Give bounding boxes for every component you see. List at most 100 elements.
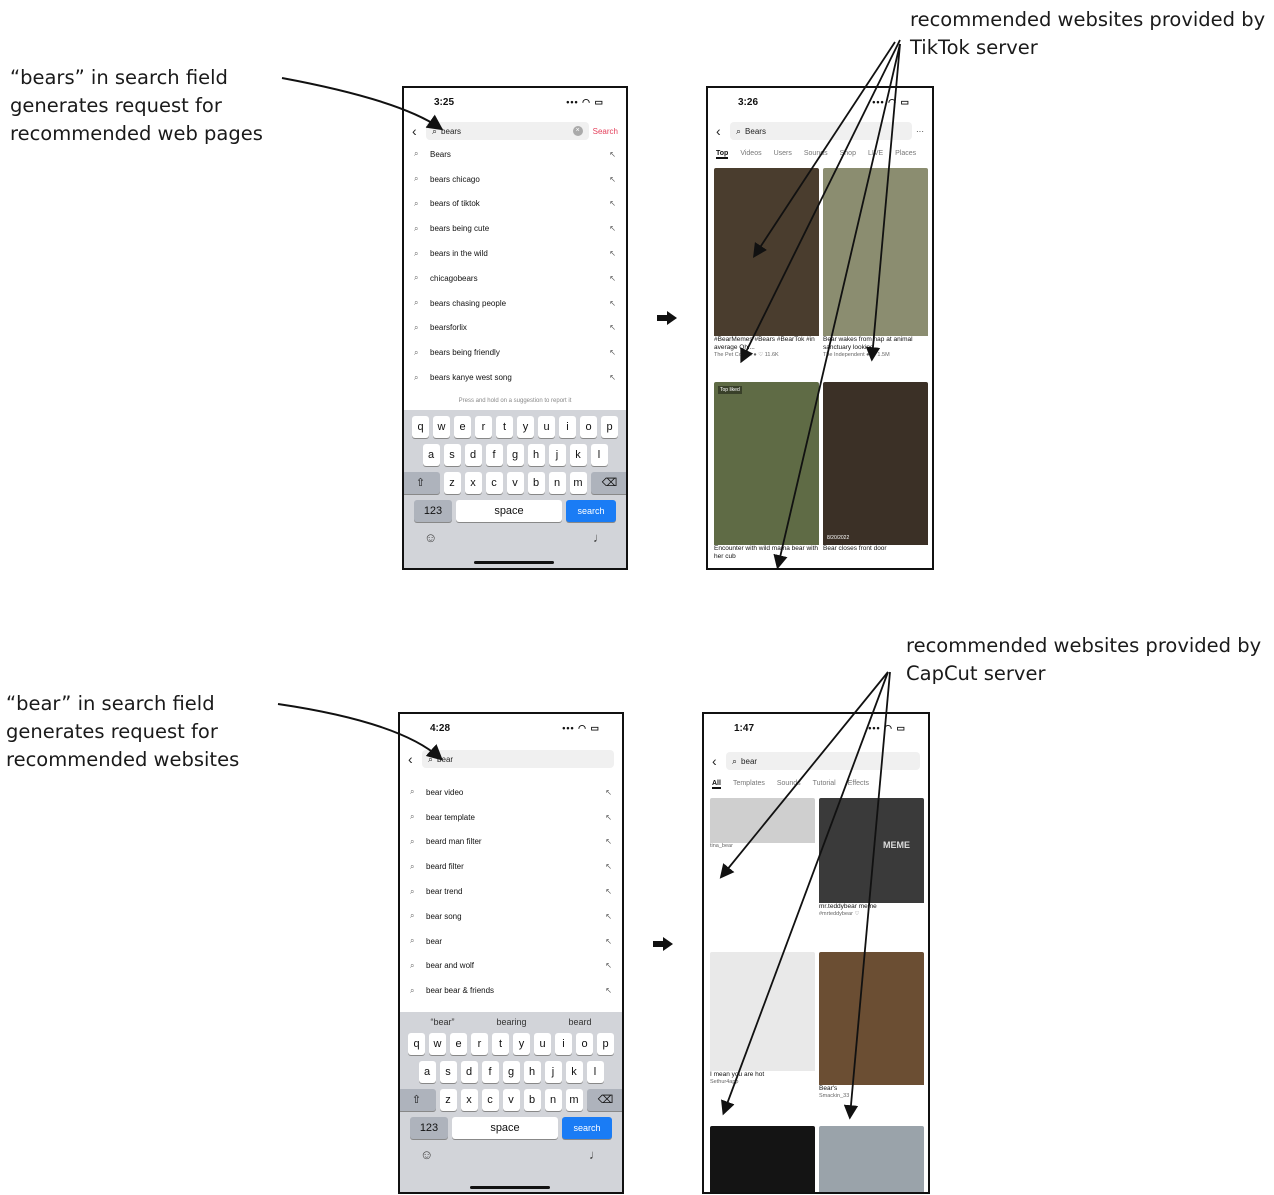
key-q[interactable]: q [412,416,429,438]
tab-users[interactable]: Users [774,150,792,159]
key-v[interactable]: v [506,472,524,494]
key-z[interactable]: z [443,472,461,494]
search-input[interactable]: ⌕ bear [726,752,920,770]
key-a[interactable]: a [418,1061,436,1083]
fill-arrow-icon[interactable]: ↖ [602,887,612,896]
search-input[interactable]: ⌕ bears [426,122,589,140]
key-n[interactable]: n [544,1089,562,1111]
key-u[interactable]: u [538,416,555,438]
suggestion-item[interactable]: ⌕ Bears ↖ [414,142,616,167]
emoji-icon[interactable]: ☺ [420,1147,433,1162]
key-j[interactable]: j [548,444,566,466]
shift-key[interactable]: ⇧ [400,1089,436,1111]
fill-arrow-icon[interactable]: ↖ [602,937,612,946]
key-x[interactable]: x [460,1089,478,1111]
key-v[interactable]: v [502,1089,520,1111]
suggestion-item[interactable]: ⌕ bears being friendly ↖ [414,340,616,365]
result-card[interactable]: 8/20/2022 Bear closes front door [823,382,928,568]
key-q[interactable]: q [408,1033,425,1055]
fill-arrow-icon[interactable]: ↖ [606,150,616,159]
fill-arrow-icon[interactable]: ↖ [602,862,612,871]
key-r[interactable]: r [475,416,492,438]
delete-key[interactable]: ⌫ [590,472,626,494]
search-key[interactable]: search [562,1117,612,1139]
suggestion-item[interactable]: ⌕ beard man filter ↖ [410,830,612,855]
key-a[interactable]: a [422,444,440,466]
key-t[interactable]: t [496,416,513,438]
fill-arrow-icon[interactable]: ↖ [602,961,612,970]
back-icon[interactable]: ‹ [716,124,730,138]
prediction-item[interactable]: bearing [496,1017,526,1027]
tab-videos[interactable]: Videos [740,150,761,159]
key-e[interactable]: e [454,416,471,438]
fill-arrow-icon[interactable]: ↖ [606,224,616,233]
key-g[interactable]: g [502,1061,520,1083]
key-h[interactable]: h [523,1061,541,1083]
key-d[interactable]: d [464,444,482,466]
tab-places[interactable]: Places [895,150,916,159]
key-x[interactable]: x [464,472,482,494]
fill-arrow-icon[interactable]: ↖ [606,274,616,283]
tab-shop[interactable]: Shop [840,150,856,159]
more-icon[interactable]: ··· [916,127,924,136]
suggestion-item[interactable]: ⌕ bearsforlix ↖ [414,316,616,341]
fill-arrow-icon[interactable]: ↖ [602,986,612,995]
tab-templates[interactable]: Templates [733,780,765,789]
search-input[interactable]: ⌕ Bears [730,122,912,140]
result-card[interactable]: I mean you are hot Sethur4app [710,952,815,1122]
key-w[interactable]: w [433,416,450,438]
key-m[interactable]: m [565,1089,583,1111]
suggestion-item[interactable]: ⌕ bears chasing people ↖ [414,291,616,316]
key-b[interactable]: b [523,1089,541,1111]
key-l[interactable]: l [586,1061,604,1083]
suggestion-item[interactable]: ⌕ beard filter ↖ [410,854,612,879]
fill-arrow-icon[interactable]: ↖ [606,175,616,184]
suggestion-item[interactable]: ⌕ bear template ↖ [410,805,612,830]
key-c[interactable]: c [485,472,503,494]
fill-arrow-icon[interactable]: ↖ [606,199,616,208]
key-b[interactable]: b [527,472,545,494]
key-k[interactable]: k [565,1061,583,1083]
key-t[interactable]: t [492,1033,509,1055]
numbers-key[interactable]: 123 [414,500,452,522]
key-o[interactable]: o [576,1033,593,1055]
key-i[interactable]: i [559,416,576,438]
suggestion-item[interactable]: ⌕ bear and wolf ↖ [410,954,612,979]
suggestion-item[interactable]: ⌕ chicagobears ↖ [414,266,616,291]
result-card[interactable]: Bear's Smackin_33 [819,952,924,1122]
key-n[interactable]: n [548,472,566,494]
fill-arrow-icon[interactable]: ↖ [606,373,616,382]
suggestion-item[interactable]: ⌕ bears chicago ↖ [414,167,616,192]
tab-live[interactable]: LIVE [868,150,883,159]
numbers-key[interactable]: 123 [410,1117,448,1139]
microphone-icon[interactable]: ♩ [589,1147,602,1162]
suggestion-item[interactable]: ⌕ bears of tiktok ↖ [414,192,616,217]
tab-sounds[interactable]: Sounds [804,150,828,159]
key-z[interactable]: z [439,1089,457,1111]
key-k[interactable]: k [569,444,587,466]
prediction-item[interactable]: “bear” [430,1017,454,1027]
clear-icon[interactable]: × [572,126,583,136]
search-button[interactable]: Search [593,127,618,136]
result-card[interactable] [819,1126,924,1192]
key-g[interactable]: g [506,444,524,466]
key-r[interactable]: r [471,1033,488,1055]
key-p[interactable]: p [597,1033,614,1055]
fill-arrow-icon[interactable]: ↖ [602,912,612,921]
result-card[interactable]: tina_bear [710,798,815,948]
fill-arrow-icon[interactable]: ↖ [606,323,616,332]
key-d[interactable]: d [460,1061,478,1083]
suggestion-item[interactable]: ⌕ bear song ↖ [410,904,612,929]
key-y[interactable]: y [517,416,534,438]
fill-arrow-icon[interactable]: ↖ [606,348,616,357]
result-card[interactable]: Slay if you ♥ the food [710,1126,815,1192]
result-card[interactable]: #BearMemes #Bears #BearTok #in average O… [714,168,819,378]
microphone-icon[interactable]: ♩ [593,530,606,545]
key-p[interactable]: p [601,416,618,438]
key-l[interactable]: l [590,444,608,466]
suggestion-item[interactable]: ⌕ bears kanye west song ↖ [414,365,616,390]
key-m[interactable]: m [569,472,587,494]
search-key[interactable]: search [566,500,616,522]
fill-arrow-icon[interactable]: ↖ [606,299,616,308]
tab-effects[interactable]: Effects [848,780,869,789]
